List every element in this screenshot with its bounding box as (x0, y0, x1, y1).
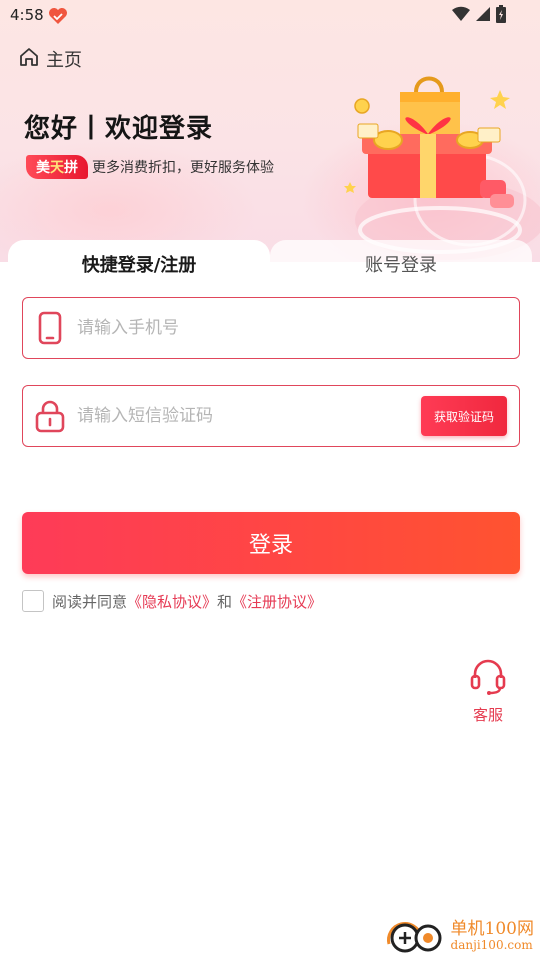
lock-icon (23, 386, 77, 446)
heart-app-icon (48, 7, 68, 25)
code-input[interactable] (77, 396, 421, 436)
phone-input[interactable] (77, 308, 519, 348)
tab-account-login[interactable]: 账号登录 (270, 240, 532, 288)
agreement-checkbox[interactable] (22, 590, 44, 612)
register-agreement-link[interactable]: 《注册协议》 (232, 591, 322, 612)
get-code-button[interactable]: 获取验证码 (421, 396, 507, 436)
agreement-and: 和 (217, 592, 233, 611)
login-button[interactable]: 登录 (22, 512, 520, 574)
phone-field (22, 297, 520, 359)
hero-tagline: 更多消费折扣，更好服务体验 (92, 160, 274, 176)
watermark-text: 单机100网 (450, 918, 534, 939)
agreement-row: 阅读并同意 《隐私协议》 和 《注册协议》 (22, 589, 322, 613)
tab-quick-login[interactable]: 快捷登录/注册 (8, 240, 270, 288)
battery-icon (496, 5, 506, 27)
wifi-icon (452, 6, 470, 26)
watermark: 单机100网 danji100.com (385, 916, 534, 956)
hero-banner: 4:58 主页 您好丨欢迎登录 美 天 拼 更多消费折扣，更好服务体验 (0, 0, 540, 262)
brand-logo: 美天拼 (26, 155, 88, 179)
gift-box-illustration (330, 70, 540, 260)
phone-icon (23, 298, 77, 358)
login-form: 获取验证码 登录 阅读并同意 《隐私协议》 和 《注册协议》 客服 (0, 288, 540, 960)
watermark-url: danji100.com (450, 937, 533, 952)
watermark-logo-icon (385, 914, 445, 958)
hero-subtitle: 美天拼 更多消费折扣，更好服务体验 (26, 154, 274, 180)
agreement-prefix: 阅读并同意 (52, 592, 128, 611)
status-time: 4:58 (10, 6, 44, 24)
customer-service-label: 客服 (472, 706, 503, 724)
login-tabs: 快捷登录/注册 账号登录 (8, 240, 532, 288)
code-field: 获取验证码 (22, 385, 520, 447)
home-label: 主页 (46, 50, 82, 71)
customer-service-button[interactable]: 客服 (466, 658, 510, 725)
headset-icon (470, 658, 506, 700)
home-icon (18, 46, 40, 72)
page-title: 您好丨欢迎登录 (24, 114, 214, 144)
cell-signal-icon (476, 6, 490, 26)
status-bar: 4:58 (0, 0, 540, 32)
privacy-policy-link[interactable]: 《隐私协议》 (127, 591, 217, 612)
home-link[interactable]: 主页 (18, 46, 82, 72)
